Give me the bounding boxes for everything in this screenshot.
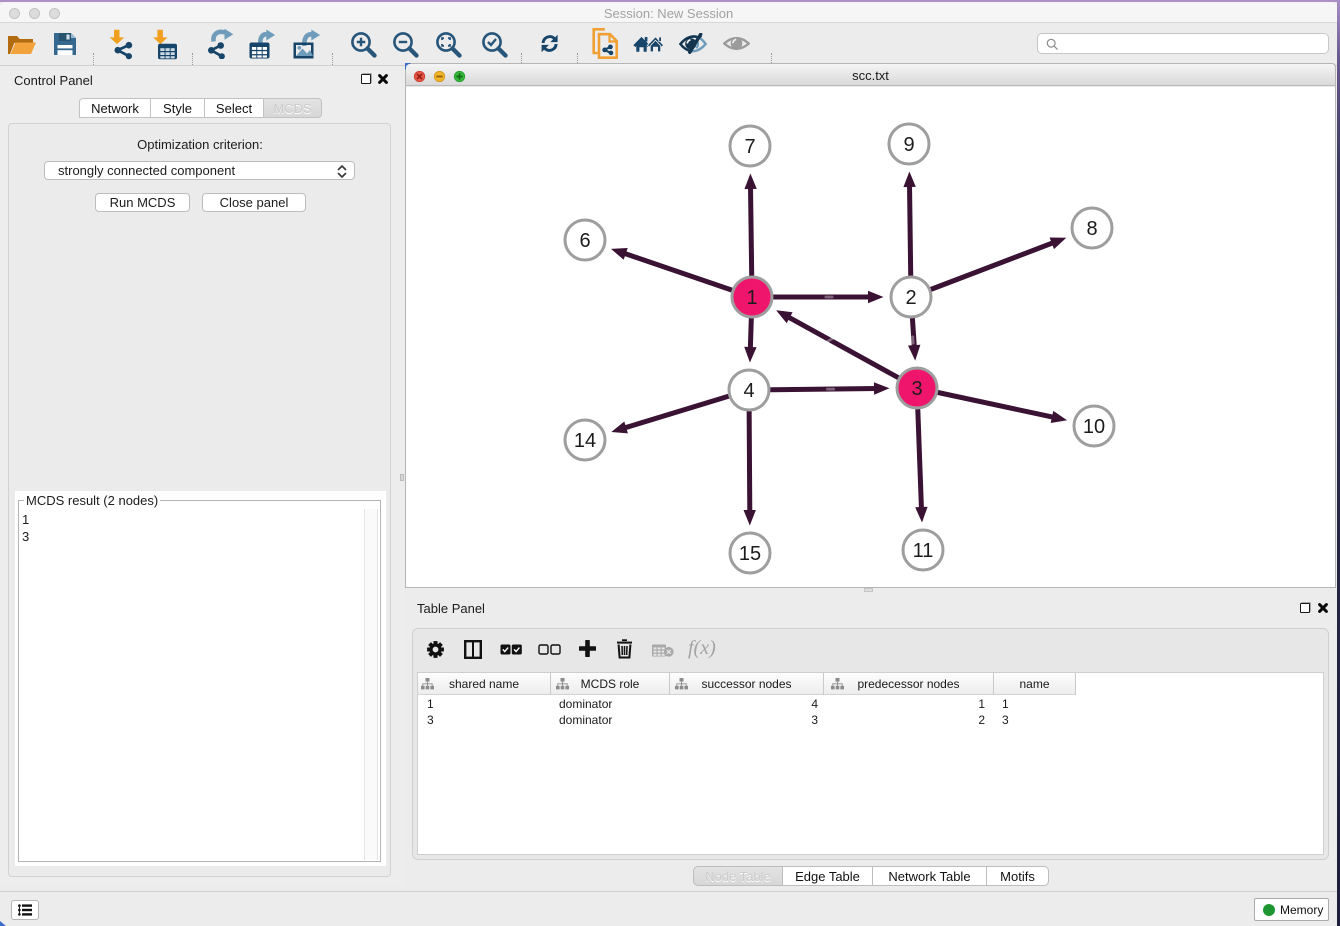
svg-text:14: 14 xyxy=(574,430,596,452)
svg-text:9: 9 xyxy=(903,134,914,156)
svg-text:2: 2 xyxy=(905,287,916,309)
svg-text:6: 6 xyxy=(579,230,590,252)
svg-text:15: 15 xyxy=(739,543,761,565)
svg-text:1: 1 xyxy=(746,287,757,309)
svg-text:11: 11 xyxy=(913,540,934,562)
svg-text:4: 4 xyxy=(743,380,754,402)
svg-text:3: 3 xyxy=(911,378,922,400)
svg-text:10: 10 xyxy=(1083,416,1105,438)
svg-text:8: 8 xyxy=(1086,218,1097,240)
svg-text:7: 7 xyxy=(744,136,755,158)
